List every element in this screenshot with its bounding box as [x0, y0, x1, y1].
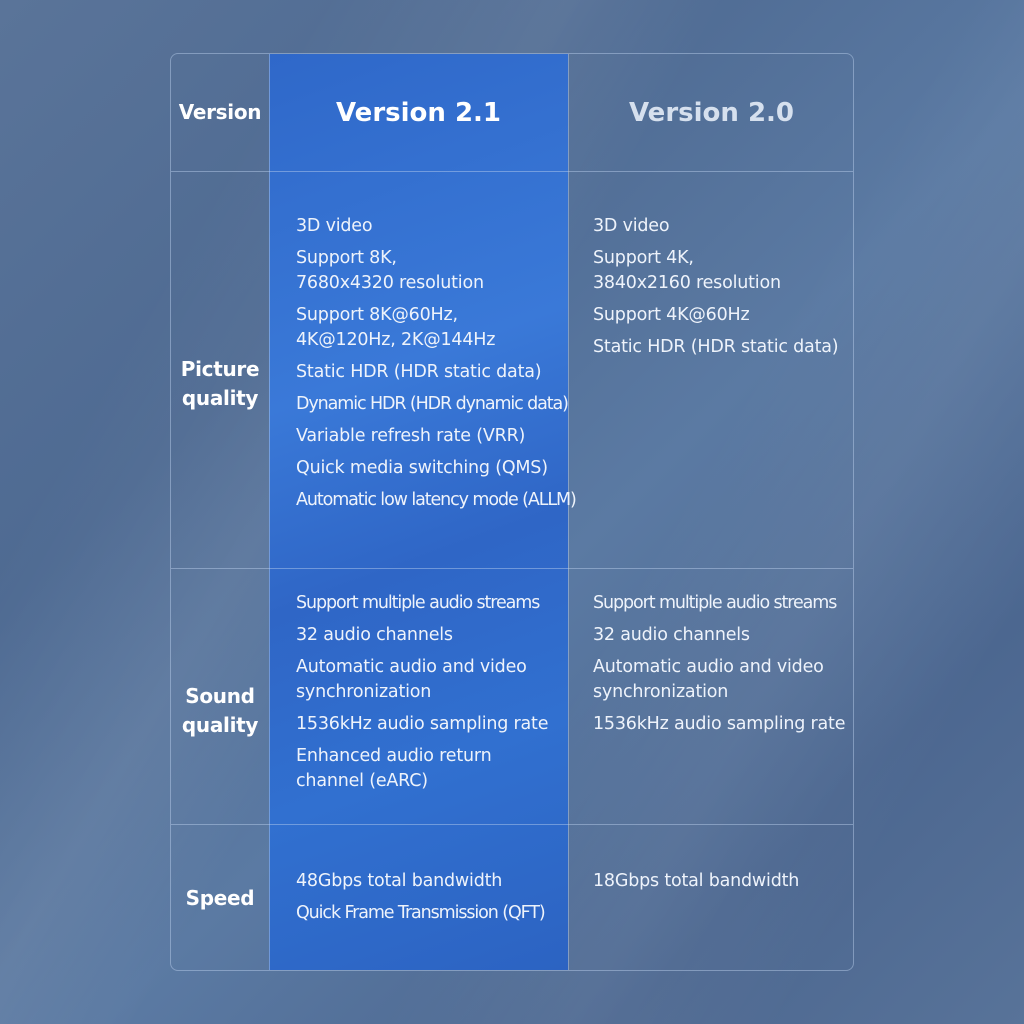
feature-text: Variable refresh rate (VRR)	[296, 426, 526, 446]
feature-item: Static HDR (HDR static data)	[593, 335, 839, 360]
feature-item: Support multiple audio streams	[296, 591, 548, 616]
feature-text: 32 audio channels	[593, 625, 750, 645]
divider	[171, 171, 853, 172]
feature-text: channel (eARC)	[296, 771, 428, 791]
feature-text: Enhanced audio return	[296, 746, 492, 766]
feature-item: Quick Frame Transmission (QFT)	[296, 901, 546, 926]
feature-text: Automatic low latency mode (ALLM)	[296, 490, 577, 510]
row-label-picture-quality: Picture quality	[171, 355, 269, 413]
feature-text: 3D video	[593, 216, 670, 236]
feature-text: synchronization	[593, 682, 729, 702]
row-label-line: quality	[181, 386, 259, 410]
feature-text: Automatic audio and video	[296, 657, 527, 677]
row-label-sound-quality: Sound quality	[171, 682, 269, 740]
feature-text: 3840x2160 resolution	[593, 273, 781, 293]
feature-item: Enhanced audio return channel (eARC)	[296, 744, 548, 794]
row-label-line: Speed	[185, 886, 255, 910]
feature-text: 3D video	[296, 216, 373, 236]
feature-text: Quick Frame Transmission (QFT)	[296, 903, 546, 923]
feature-text: 32 audio channels	[296, 625, 453, 645]
corner-label: Version	[178, 100, 262, 124]
column-header-v20: Version 2.0	[628, 97, 795, 128]
feature-item: 1536kHz audio sampling rate	[296, 712, 548, 737]
feature-text: Static HDR (HDR static data)	[593, 337, 839, 357]
feature-text: Quick media switching (QMS)	[296, 458, 548, 478]
feature-item: Automatic audio and video synchronization	[593, 655, 845, 705]
feature-text: Support multiple audio streams	[296, 593, 540, 613]
feature-item: Support 8K, 7680x4320 resolution	[296, 246, 576, 296]
feature-text: Support 4K@60Hz	[593, 305, 750, 325]
feature-item: 18Gbps total bandwidth	[593, 869, 799, 894]
feature-item: Support 8K@60Hz, 4K@120Hz, 2K@144Hz	[296, 303, 576, 353]
row-label-line: quality	[181, 713, 259, 737]
feature-text: Support multiple audio streams	[593, 593, 837, 613]
divider	[171, 824, 853, 825]
feature-text: Automatic audio and video	[593, 657, 824, 677]
feature-text: 48Gbps total bandwidth	[296, 871, 503, 891]
cell-sound-v21: Support multiple audio streams 32 audio c…	[296, 591, 548, 801]
feature-text: Support 8K@60Hz,	[296, 305, 458, 325]
feature-item: 1536kHz audio sampling rate	[593, 712, 845, 737]
feature-item: 3D video	[296, 214, 576, 239]
feature-item: Static HDR (HDR static data)	[296, 360, 576, 385]
feature-item: Dynamic HDR (HDR dynamic data)	[296, 392, 576, 417]
feature-text: synchronization	[296, 682, 432, 702]
row-label-line: Sound	[185, 684, 255, 708]
cell-picture-v20: 3D video Support 4K, 3840x2160 resolution S…	[593, 214, 839, 367]
column-header-v21: Version 2.1	[335, 97, 502, 128]
feature-text: 1536kHz audio sampling rate	[593, 714, 846, 734]
divider	[171, 568, 853, 569]
feature-item: Quick media switching (QMS)	[296, 456, 576, 481]
cell-speed-v20: 18Gbps total bandwidth	[593, 869, 799, 901]
feature-item: Automatic low latency mode (ALLM)	[296, 488, 577, 513]
feature-item: Automatic audio and video synchronization	[296, 655, 548, 705]
feature-item: 48Gbps total bandwidth	[296, 869, 545, 894]
cell-picture-v21: 3D video Support 8K, 7680x4320 resolution S…	[296, 214, 577, 520]
feature-text: 7680x4320 resolution	[296, 273, 484, 293]
feature-item: Support 4K, 3840x2160 resolution	[593, 246, 838, 296]
cell-speed-v21: 48Gbps total bandwidth Quick Frame Transm…	[296, 869, 546, 933]
feature-item: 3D video	[593, 214, 838, 239]
feature-text: Dynamic HDR (HDR dynamic data)	[296, 394, 569, 414]
feature-item: Variable refresh rate (VRR)	[296, 424, 576, 449]
feature-text: Support 8K,	[296, 248, 397, 268]
feature-item: Support 4K@60Hz	[593, 303, 838, 328]
feature-text: 4K@120Hz, 2K@144Hz	[296, 330, 496, 350]
feature-item: 32 audio channels	[593, 623, 845, 648]
feature-text: 1536kHz audio sampling rate	[296, 714, 549, 734]
cell-sound-v20: Support multiple audio streams 32 audio c…	[593, 591, 845, 744]
feature-text: 18Gbps total bandwidth	[593, 871, 800, 891]
feature-item: Support multiple audio streams	[593, 591, 845, 616]
divider	[269, 54, 270, 970]
feature-text: Static HDR (HDR static data)	[296, 362, 542, 382]
comparison-table: Version Version 2.1 Version 2.0 Picture …	[170, 53, 854, 971]
feature-text: Support 4K,	[593, 248, 694, 268]
row-label-line: Picture	[180, 357, 260, 381]
row-label-speed: Speed	[171, 884, 269, 913]
feature-item: 32 audio channels	[296, 623, 548, 648]
